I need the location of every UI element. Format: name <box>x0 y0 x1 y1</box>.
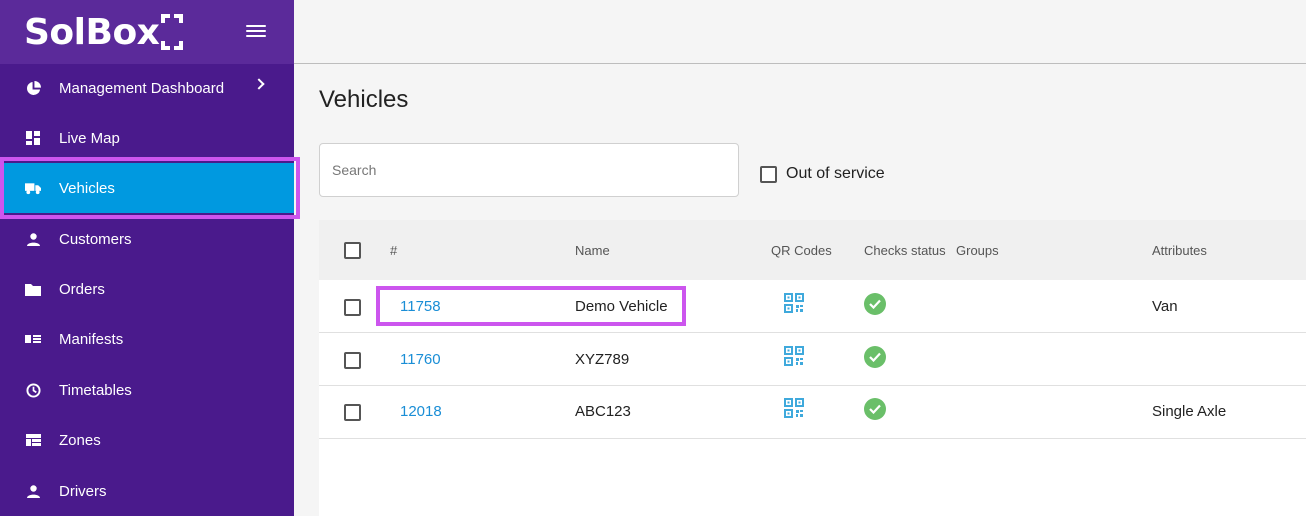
column-header-groups: Groups <box>956 243 999 258</box>
logo[interactable]: SolBox <box>24 10 184 54</box>
grid-table-icon <box>25 432 41 448</box>
pie-chart-icon <box>25 80 41 96</box>
qr-code-icon[interactable] <box>784 293 804 313</box>
table-row[interactable]: 11760 XYZ789 <box>319 333 1306 386</box>
search-input[interactable] <box>319 143 739 197</box>
vehicle-id-link[interactable]: 12018 <box>400 403 442 420</box>
logo-brackets-icon <box>161 14 184 50</box>
sidebar-item-customers[interactable]: Customers <box>0 214 294 264</box>
hamburger-menu-icon[interactable] <box>246 22 266 40</box>
sidebar-item-label: Live Map <box>59 129 120 147</box>
sidebar-item-label: Management Dashboard <box>59 79 225 97</box>
check-ok-icon <box>864 398 886 420</box>
logo-text: SolBox <box>24 11 160 53</box>
table-row[interactable]: 12018 ABC123 Single Axle <box>319 386 1306 439</box>
table-header: # Name QR Codes Checks status Groups Att… <box>319 220 1306 280</box>
sidebar-item-management-dashboard[interactable]: Management Dashboard <box>0 63 294 113</box>
sidebar-item-manifests[interactable]: Manifests <box>0 314 294 364</box>
qr-code-icon[interactable] <box>784 398 804 418</box>
sidebar-item-live-map[interactable]: Live Map <box>0 113 294 163</box>
table-row[interactable]: 11758 Demo Vehicle Van <box>319 280 1306 333</box>
row-checkbox[interactable] <box>344 299 361 316</box>
list-card-icon <box>25 331 41 347</box>
column-header-name[interactable]: Name <box>575 243 610 258</box>
sidebar-item-label: Customers <box>59 230 132 248</box>
row-checkbox[interactable] <box>344 404 361 421</box>
vehicle-attributes: Van <box>1152 298 1178 315</box>
sidebar-item-orders[interactable]: Orders <box>0 264 294 314</box>
qr-code-icon[interactable] <box>784 346 804 366</box>
row-checkbox[interactable] <box>344 352 361 369</box>
vehicle-name: Demo Vehicle <box>575 298 668 315</box>
folder-icon <box>25 281 41 297</box>
column-header-id[interactable]: # <box>390 243 397 258</box>
sidebar-item-zones[interactable]: Zones <box>0 415 294 465</box>
page-title: Vehicles <box>319 86 409 113</box>
sidebar-item-label: Vehicles <box>59 179 115 197</box>
out-of-service-label: Out of service <box>786 165 885 182</box>
check-ok-icon <box>864 346 886 368</box>
top-bar <box>294 0 1306 64</box>
column-header-attributes: Attributes <box>1152 243 1207 258</box>
clock-icon <box>25 382 41 398</box>
truck-icon <box>25 180 41 196</box>
vehicle-id-link[interactable]: 11758 <box>400 298 441 315</box>
sidebar-item-label: Timetables <box>59 381 132 399</box>
check-ok-icon <box>864 293 886 315</box>
chevron-right-icon <box>253 78 265 90</box>
out-of-service-toggle[interactable]: Out of service <box>760 165 885 183</box>
vehicle-name: ABC123 <box>575 403 631 420</box>
column-header-qr-codes: QR Codes <box>771 243 832 258</box>
sidebar-item-label: Zones <box>59 431 101 449</box>
select-all-checkbox[interactable] <box>344 242 361 259</box>
vehicles-table: # Name QR Codes Checks status Groups Att… <box>319 220 1306 516</box>
vehicle-name: XYZ789 <box>575 351 630 368</box>
sidebar-item-label: Drivers <box>59 482 107 500</box>
person-icon <box>25 483 41 499</box>
sidebar-item-label: Orders <box>59 280 105 298</box>
column-header-checks-status: Checks status <box>864 243 946 258</box>
dashboard-grid-icon <box>25 130 41 146</box>
sidebar-item-vehicles[interactable]: Vehicles <box>0 163 294 213</box>
sidebar-item-label: Manifests <box>59 330 124 348</box>
vehicle-attributes: Single Axle <box>1152 403 1227 420</box>
brand-bar: SolBox <box>0 0 294 64</box>
vehicle-id-link[interactable]: 11760 <box>400 351 441 368</box>
sidebar: SolBox Management Dashboard Live Map Veh… <box>0 0 294 516</box>
sidebar-item-drivers[interactable]: Drivers <box>0 466 294 516</box>
out-of-service-checkbox[interactable] <box>760 165 777 183</box>
person-icon <box>25 231 41 247</box>
sidebar-item-timetables[interactable]: Timetables <box>0 365 294 415</box>
